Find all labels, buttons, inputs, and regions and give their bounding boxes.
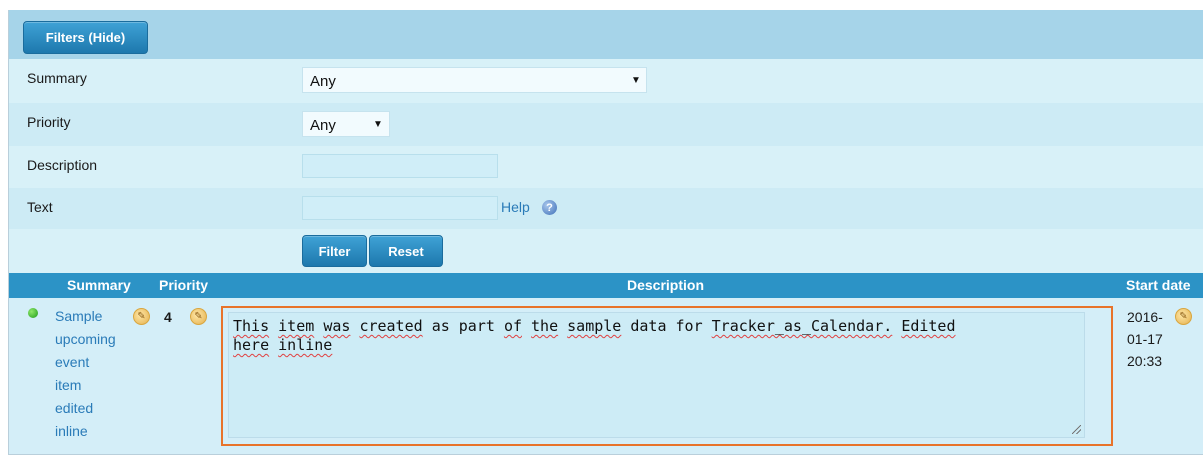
column-header-start-date[interactable]: Start date bbox=[1126, 277, 1191, 293]
resize-grip-icon[interactable] bbox=[1072, 425, 1081, 434]
help-link[interactable]: Help bbox=[501, 199, 530, 215]
column-header-priority[interactable]: Priority bbox=[159, 277, 208, 293]
description-inline-editor[interactable]: This item was created as part of the sam… bbox=[228, 312, 1085, 438]
summary-link[interactable]: edited bbox=[55, 400, 93, 416]
filter-row-summary: Summary Any ▼ bbox=[9, 59, 1203, 103]
start-date-line: 2016- bbox=[1127, 309, 1163, 325]
priority-select-value: Any bbox=[310, 117, 336, 134]
table-header: Summary Priority Description Start date bbox=[9, 273, 1203, 298]
description-word: as bbox=[431, 317, 450, 335]
summary-link[interactable]: event bbox=[55, 354, 89, 370]
tracker-panel: Filters (Hide) Summary Any ▼ Priority An… bbox=[8, 10, 1203, 455]
column-header-summary[interactable]: Summary bbox=[67, 277, 131, 293]
description-word: created bbox=[359, 317, 423, 335]
priority-filter-label: Priority bbox=[27, 114, 71, 130]
summary-select[interactable]: Any ▼ bbox=[302, 67, 647, 93]
description-word: for bbox=[675, 317, 703, 335]
description-edit-highlight: This item was created as part of the sam… bbox=[221, 306, 1113, 446]
description-word: inline bbox=[278, 336, 333, 354]
description-word: the bbox=[531, 317, 559, 335]
filter-row-text: Text Help ? bbox=[9, 188, 1203, 229]
filters-header: Filters (Hide) bbox=[9, 10, 1203, 59]
description-word: part bbox=[458, 317, 495, 335]
table-row: Sample upcoming event item edited inline… bbox=[9, 298, 1203, 454]
filter-row-priority: Priority Any ▼ bbox=[9, 103, 1203, 146]
priority-select[interactable]: Any ▼ bbox=[302, 111, 390, 137]
help-question-icon[interactable]: ? bbox=[542, 200, 557, 215]
description-word: data bbox=[630, 317, 667, 335]
description-word: here bbox=[233, 336, 270, 354]
description-word: This bbox=[233, 317, 270, 335]
description-word: Edited bbox=[901, 317, 956, 335]
edit-summary-pencil-icon[interactable]: ✎ bbox=[133, 308, 150, 325]
edit-priority-pencil-icon[interactable]: ✎ bbox=[190, 308, 207, 325]
description-word: was bbox=[323, 317, 351, 335]
start-date-line: 20:33 bbox=[1127, 353, 1163, 369]
priority-value: 4 bbox=[164, 309, 172, 325]
dropdown-arrow-icon: ▼ bbox=[373, 119, 383, 130]
reset-button[interactable]: Reset bbox=[369, 235, 443, 267]
text-filter-label: Text bbox=[27, 199, 53, 215]
summary-link[interactable]: upcoming bbox=[55, 331, 116, 347]
text-filter-input[interactable] bbox=[302, 196, 498, 220]
summary-link[interactable]: inline bbox=[55, 423, 88, 439]
status-dot-icon bbox=[28, 308, 38, 318]
description-word: of bbox=[503, 317, 522, 335]
summary-link[interactable]: item bbox=[55, 377, 81, 393]
description-word: item bbox=[278, 317, 315, 335]
description-filter-label: Description bbox=[27, 157, 98, 173]
summary-filter-label: Summary bbox=[27, 70, 87, 86]
filter-button[interactable]: Filter bbox=[302, 235, 367, 267]
edit-start-date-pencil-icon[interactable]: ✎ bbox=[1175, 308, 1192, 325]
filter-actions-row: Filter Reset bbox=[9, 229, 1203, 273]
description-word: sample bbox=[567, 317, 622, 335]
filters-toggle-button[interactable]: Filters (Hide) bbox=[23, 21, 148, 54]
summary-link[interactable]: Sample bbox=[55, 308, 102, 324]
filter-row-description: Description bbox=[9, 146, 1203, 188]
dropdown-arrow-icon: ▼ bbox=[631, 75, 641, 86]
summary-select-value: Any bbox=[310, 73, 336, 90]
start-date-line: 01-17 bbox=[1127, 331, 1163, 347]
column-header-description[interactable]: Description bbox=[627, 277, 704, 293]
description-word: Tracker_as_Calendar. bbox=[711, 317, 893, 335]
description-filter-input[interactable] bbox=[302, 154, 498, 178]
